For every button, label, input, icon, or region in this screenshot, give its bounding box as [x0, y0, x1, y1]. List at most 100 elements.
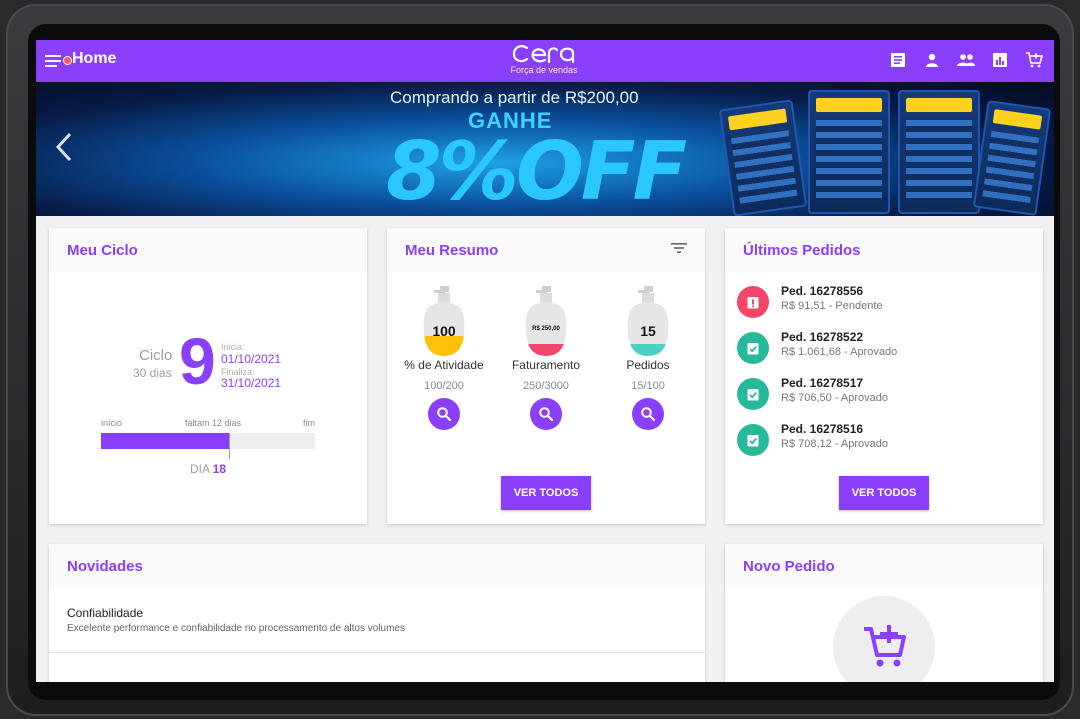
product-image: [718, 99, 808, 216]
progress-start-label: início: [101, 418, 123, 428]
progress-end-label: fim: [303, 418, 315, 428]
summary-card-title: Meu Resumo: [405, 241, 499, 259]
order-number: Ped. 16278517: [781, 376, 864, 390]
cycle-days: 30 dias: [133, 366, 172, 380]
bar-chart-icon[interactable]: [990, 50, 1010, 70]
summary-card-header: Meu Resumo: [387, 228, 705, 272]
people-icon[interactable]: [956, 50, 976, 70]
bottle-value: R$ 250,00: [532, 326, 560, 332]
menu-button[interactable]: [44, 50, 72, 70]
product-image: [898, 90, 980, 214]
alert-clipboard-icon: [747, 297, 759, 309]
day-value: 18: [212, 462, 227, 476]
cycle-word: Ciclo: [139, 347, 173, 364]
new-order-card: Novo Pedido: [725, 544, 1043, 682]
orders-view-all-button[interactable]: VER TODOS: [839, 476, 929, 510]
document-icon[interactable]: [888, 50, 908, 70]
chevron-left-icon[interactable]: [52, 130, 76, 164]
cart-icon[interactable]: [1024, 50, 1044, 70]
search-button[interactable]: [632, 398, 664, 430]
check-clipboard-icon: [747, 435, 759, 447]
bottle-icon: R$ 250,00: [524, 286, 568, 356]
news-card: Novidades Confiabilidade Excelente perfo…: [49, 544, 705, 682]
order-number: Ped. 16278522: [781, 330, 864, 344]
order-list-item[interactable]: Ped. 16278522 R$ 1.061,68 - Aprovado: [737, 328, 1027, 368]
gauge-value: 100/200: [424, 380, 464, 392]
banner-discount: 8%OFF: [386, 125, 687, 216]
order-number: Ped. 16278556: [781, 284, 864, 298]
search-button[interactable]: [428, 398, 460, 430]
page-title: Home: [72, 50, 117, 67]
order-status-badge: [737, 378, 769, 410]
gauge-label: Pedidos: [626, 358, 670, 372]
orders-card-title: Últimos Pedidos: [743, 241, 861, 259]
logo-subtitle: Força de vendas: [510, 65, 578, 75]
news-card-title: Novidades: [67, 557, 143, 575]
orders-card-header: Últimos Pedidos: [725, 228, 1043, 272]
orders-card: Últimos Pedidos Ped. 16278556 R$ 91,51 - …: [725, 228, 1043, 524]
search-icon: [641, 407, 656, 422]
brand-logo: Força de vendas: [496, 40, 592, 80]
cycle-card-title: Meu Ciclo: [67, 241, 138, 259]
cycle-start-label: Inicia:: [221, 342, 245, 352]
gauge-label: % de Atividade: [404, 358, 484, 372]
order-list-item[interactable]: Ped. 16278556 R$ 91,51 - Pendente: [737, 282, 1027, 322]
gauge-value: 15/100: [631, 380, 665, 392]
progress-marker: [229, 433, 230, 459]
cycle-number: 9: [179, 324, 216, 398]
person-icon[interactable]: [922, 50, 942, 70]
bottle-value: 100: [432, 323, 456, 339]
bottle-icon: 100: [422, 286, 466, 356]
top-icon-group: [888, 50, 1044, 70]
search-button[interactable]: [530, 398, 562, 430]
summary-gauge: R$ 250,00 Faturamento 250/3000: [503, 286, 589, 430]
progress-remaining-label: faltam 12 dias: [185, 418, 242, 428]
order-list-item[interactable]: Ped. 16278516 R$ 708,12 - Aprovado: [737, 420, 1027, 460]
bottle-icon: 15: [626, 286, 670, 356]
banner-line-1: Comprando a partir de R$200,00: [390, 88, 639, 107]
order-status-badge: [737, 424, 769, 456]
divider: [49, 652, 705, 653]
summary-card: Meu Resumo 100 % de Atividade 100/200 R$ 25…: [387, 228, 705, 524]
filter-icon[interactable]: [671, 241, 687, 259]
cycle-card: Meu Ciclo Ciclo 30 dias 9 Inicia: 01/10/…: [49, 228, 367, 524]
search-icon: [539, 407, 554, 422]
order-number: Ped. 16278516: [781, 422, 864, 436]
top-app-bar: Home Força de vendas: [36, 40, 1054, 82]
logo-mark: [512, 45, 575, 64]
news-item-description: Excelente performance e confiabilidade n…: [67, 623, 405, 634]
promo-banner[interactable]: Comprando a partir de R$200,00 GANHE 8%O…: [36, 82, 1054, 216]
order-amount-status: R$ 708,12 - Aprovado: [781, 438, 889, 450]
summary-view-all-button[interactable]: VER TODOS: [501, 476, 591, 510]
cycle-progress-bar: [101, 433, 315, 449]
cycle-progress-fill: [101, 433, 230, 449]
cycle-end-date: 31/10/2021: [221, 376, 282, 390]
new-order-button[interactable]: [833, 596, 935, 682]
day-label: DIA: [189, 462, 210, 476]
product-image: [808, 90, 890, 214]
current-day: DIA 18: [49, 462, 367, 476]
order-amount-status: R$ 1.061,68 - Aprovado: [781, 346, 898, 358]
gauge-label: Faturamento: [511, 358, 581, 372]
search-icon: [437, 407, 452, 422]
notification-dot: [63, 56, 72, 65]
order-amount-status: R$ 91,51 - Pendente: [781, 300, 883, 312]
product-image: [972, 100, 1052, 216]
order-status-badge: [737, 286, 769, 318]
new-order-card-title: Novo Pedido: [743, 557, 835, 575]
cycle-card-header: Meu Ciclo: [49, 228, 367, 272]
app-screen: Home Força de vendas Comprando a partir …: [36, 40, 1054, 682]
news-item-title: Confiabilidade: [67, 606, 144, 620]
check-clipboard-icon: [747, 343, 759, 355]
order-list-item[interactable]: Ped. 16278517 R$ 706,50 - Aprovado: [737, 374, 1027, 414]
summary-gauge: 100 % de Atividade 100/200: [401, 286, 487, 430]
bottle-value: 15: [640, 323, 656, 339]
new-order-card-header: Novo Pedido: [725, 544, 1043, 588]
order-status-badge: [737, 332, 769, 364]
summary-gauge: 15 Pedidos 15/100: [605, 286, 691, 430]
news-card-header: Novidades: [49, 544, 705, 588]
cycle-start-date: 01/10/2021: [221, 352, 282, 366]
order-amount-status: R$ 706,50 - Aprovado: [781, 392, 889, 404]
add-cart-icon: [860, 621, 908, 674]
gauge-value: 250/3000: [523, 380, 569, 392]
